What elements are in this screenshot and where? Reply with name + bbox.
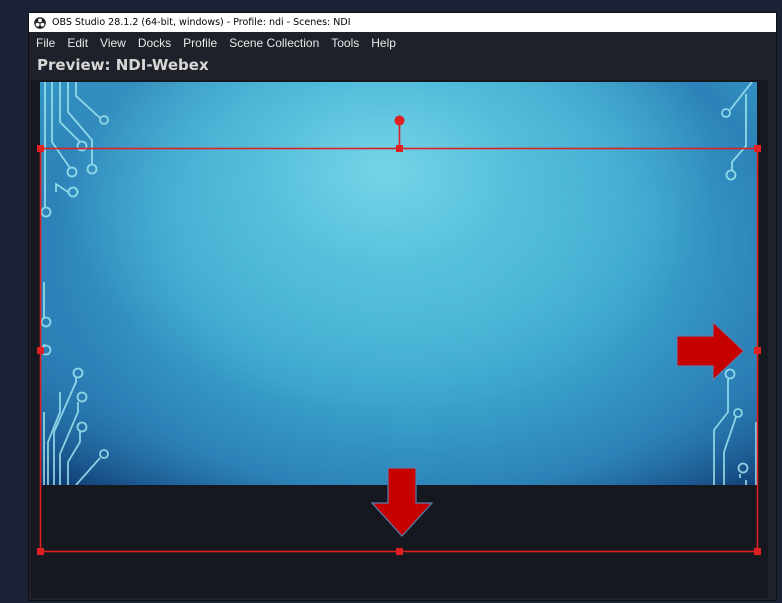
menu-scene-collection[interactable]: Scene Collection (223, 36, 325, 50)
ndi-source-canvas[interactable] (40, 82, 757, 485)
title-bar[interactable]: OBS Studio 28.1.2 (64-bit, windows) - Pr… (29, 13, 776, 32)
menu-edit[interactable]: Edit (61, 36, 94, 50)
menu-help[interactable]: Help (365, 36, 402, 50)
menu-file[interactable]: File (29, 36, 61, 50)
menu-bar: File Edit View Docks Profile Scene Colle… (29, 33, 776, 53)
obs-window: OBS Studio 28.1.2 (64-bit, windows) - Pr… (29, 13, 776, 600)
preview-title: Preview: NDI-Webex (37, 56, 209, 74)
circuit-pattern (40, 82, 757, 485)
obs-logo-icon (34, 16, 46, 29)
rotation-handle[interactable] (394, 115, 405, 126)
resize-handle-bottom[interactable] (396, 548, 403, 555)
menu-view[interactable]: View (94, 36, 132, 50)
resize-handle-bottom-right[interactable] (754, 548, 761, 555)
resize-handle-top-right[interactable] (754, 145, 761, 152)
resize-handle-left[interactable] (37, 347, 44, 354)
resize-handle-bottom-left[interactable] (37, 548, 44, 555)
menu-tools[interactable]: Tools (325, 36, 365, 50)
menu-docks[interactable]: Docks (132, 36, 177, 50)
resize-handle-top-left[interactable] (37, 145, 44, 152)
window-title: OBS Studio 28.1.2 (64-bit, windows) - Pr… (52, 17, 351, 28)
resize-handle-right[interactable] (754, 347, 761, 354)
resize-handle-top[interactable] (396, 145, 403, 152)
menu-profile[interactable]: Profile (177, 36, 223, 50)
